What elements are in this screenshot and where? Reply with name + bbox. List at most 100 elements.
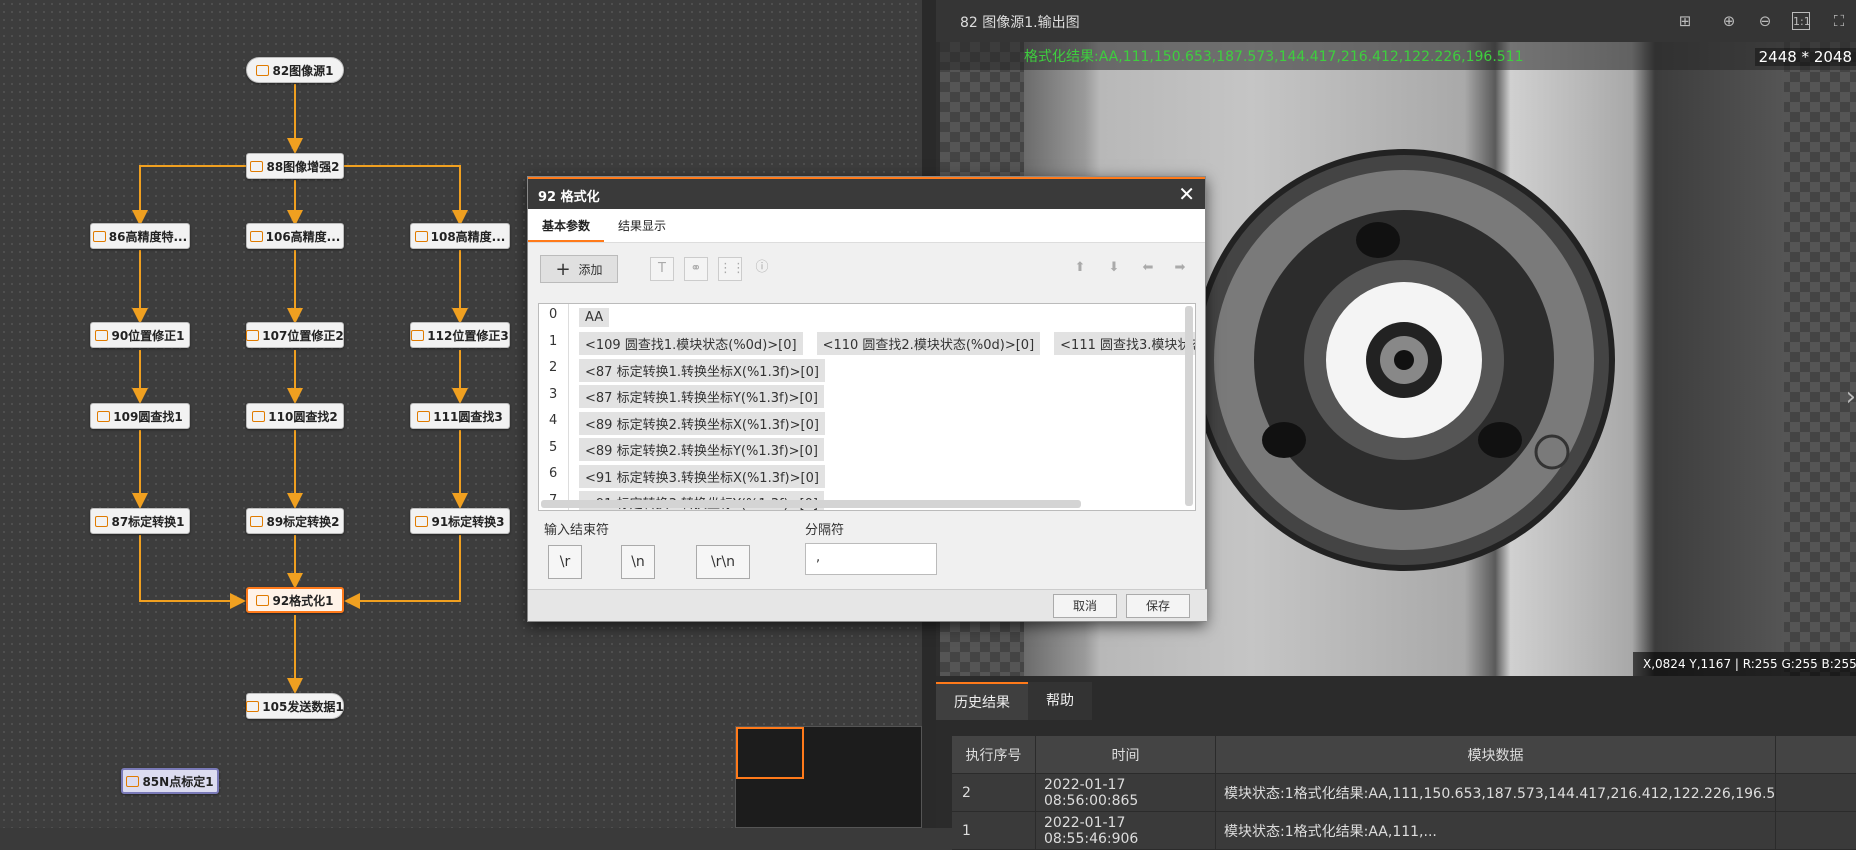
tab-result-display[interactable]: 结果显示 [604, 209, 680, 242]
plus-icon: + [555, 258, 571, 280]
format-token[interactable]: AA [579, 307, 610, 327]
calibration-icon [95, 515, 109, 527]
feature-match-icon [249, 230, 263, 242]
enhance-icon [250, 160, 264, 172]
flow-node-90[interactable]: 90位置修正1 [90, 322, 190, 348]
flow-node-109[interactable]: 109圆查找1 [90, 403, 190, 429]
line-number-gutter: 0 1 2 3 4 5 6 7 [539, 304, 569, 510]
position-fix-icon [95, 329, 109, 341]
dialog-footer: 取消 保存 [528, 589, 1207, 621]
viewer-header: 82 图像源1.输出图 ⊞ ⊕ ⊖ 1:1 ⛶ [936, 0, 1856, 42]
vertical-scrollbar[interactable] [1185, 306, 1193, 506]
calibration-icon [126, 775, 140, 787]
crosshair-icon[interactable]: ⊞ [1676, 12, 1694, 30]
close-icon[interactable]: ✕ [1178, 182, 1195, 206]
format-line[interactable]: <87 标定转换1.转换坐标Y(%1.3f)>[0] [579, 384, 1179, 411]
flow-node-91[interactable]: 91标定转换3 [410, 508, 510, 534]
cancel-button[interactable]: 取消 [1053, 594, 1117, 618]
eol-lf-button[interactable]: \n [621, 545, 655, 579]
position-fix-icon [411, 329, 425, 341]
calibration-icon [415, 515, 429, 527]
flow-node-107[interactable]: 107位置修正2 [246, 322, 344, 348]
separator-input[interactable]: , [805, 543, 937, 575]
zoom-in-icon[interactable]: ⊕ [1720, 12, 1738, 30]
format-line[interactable]: <87 标定转换1.转换坐标X(%1.3f)>[0] [579, 357, 1179, 384]
text-icon[interactable]: T [650, 257, 674, 281]
format-token[interactable]: <111 圆查找3.模块状态(%0d)>[0] [1054, 332, 1195, 356]
calibration-icon [250, 515, 264, 527]
pixel-info-bar: X,0824 Y,1167 | R:255 G:255 B:255 [1633, 652, 1856, 676]
arrow-down-icon[interactable]: ⬇ [1102, 257, 1126, 281]
table-row[interactable]: 2 2022-01-17 08:56:00:865 模块状态:1格式化结果:AA… [952, 774, 1856, 812]
separator-label: 分隔符 [805, 523, 845, 538]
format-line[interactable]: <109 圆查找1.模块状态(%0d)>[0] <110 圆查找2.模块状态(%0… [579, 331, 1195, 358]
flow-node-send-data[interactable]: 105发送数据1 [246, 693, 344, 719]
format-dialog: 92 格式化 ✕ 基本参数 结果显示 + 添加 T ⚭ ⋮⋮ ⓘ ⬆ ⬇ ⬅ ➡ … [527, 176, 1207, 622]
column-header: 时间 [1036, 736, 1216, 773]
flow-node-108[interactable]: 108高精度... [410, 223, 510, 249]
image-icon [256, 64, 270, 76]
save-button[interactable]: 保存 [1126, 594, 1190, 618]
circle-find-icon [97, 410, 111, 422]
add-button[interactable]: + 添加 [540, 255, 618, 283]
viewer-source-select[interactable]: 82 图像源1.输出图 [960, 12, 1080, 32]
flow-node-111[interactable]: 111圆查找3 [410, 403, 510, 429]
format-line[interactable]: AA [579, 304, 1179, 331]
format-editor[interactable]: 0 1 2 3 4 5 6 7 AA <109 圆查找1.模块状态(%0d)>[… [538, 303, 1196, 511]
column-header: 模块数据 [1216, 736, 1776, 773]
flow-node-110[interactable]: 110圆查找2 [246, 403, 344, 429]
format-line[interactable]: <89 标定转换2.转换坐标X(%1.3f)>[0] [579, 410, 1179, 437]
format-token[interactable]: <109 圆查找1.模块状态(%0d)>[0] [579, 332, 803, 356]
format-token[interactable]: <110 圆查找2.模块状态(%0d)>[0] [816, 332, 1041, 356]
feature-match-icon [414, 230, 428, 242]
format-token[interactable]: <89 标定转换2.转换坐标Y(%1.3f)>[0] [579, 438, 824, 462]
eol-crlf-button[interactable]: \r\n [696, 545, 750, 579]
tab-history-results[interactable]: 历史结果 [936, 682, 1028, 720]
format-token[interactable]: <91 标定转换3.转换坐标X(%1.3f)>[0] [579, 464, 825, 488]
zoom-out-icon[interactable]: ⊖ [1756, 12, 1774, 30]
flow-node-n-point-calibration[interactable]: 85N点标定1 [121, 768, 219, 794]
flow-node-112[interactable]: 112位置修正3 [410, 322, 510, 348]
format-token[interactable]: <89 标定转换2.转换坐标X(%1.3f)>[0] [579, 411, 825, 435]
dialog-header[interactable]: 92 格式化 ✕ [528, 177, 1205, 209]
flow-node-86[interactable]: 86高精度特... [90, 223, 190, 249]
dialog-toolbar: + 添加 T ⚭ ⋮⋮ ⓘ ⬆ ⬇ ⬅ ➡ [528, 243, 1207, 289]
table-header: 执行序号 时间 模块数据 [952, 736, 1856, 774]
results-table: 执行序号 时间 模块数据 2 2022-01-17 08:56:00:865 模… [952, 736, 1856, 850]
format-icon [256, 594, 270, 606]
grid-icon[interactable]: ⋮⋮ [718, 257, 745, 281]
arrow-up-icon[interactable]: ⬆ [1068, 257, 1092, 281]
circle-find-icon [417, 410, 431, 422]
format-token[interactable]: <87 标定转换1.转换坐标X(%1.3f)>[0] [579, 358, 825, 382]
feature-match-icon [92, 230, 106, 242]
format-lines: AA <109 圆查找1.模块状态(%0d)>[0] <110 圆查找2.模块状态… [579, 304, 1195, 510]
dialog-title: 92 格式化 [538, 190, 600, 205]
format-token[interactable]: <87 标定转换1.转换坐标Y(%1.3f)>[0] [579, 385, 824, 409]
flow-minimap[interactable] [735, 726, 922, 828]
minimap-viewport[interactable] [736, 727, 804, 779]
flow-node-image-source[interactable]: 82图像源1 [246, 57, 344, 83]
position-fix-icon [246, 329, 260, 341]
circle-find-icon [252, 410, 266, 422]
info-icon[interactable]: ⓘ [750, 257, 774, 281]
actual-size-icon[interactable]: 1:1 [1792, 12, 1811, 30]
tab-help[interactable]: 帮助 [1028, 682, 1092, 720]
link-icon[interactable]: ⚭ [684, 257, 708, 281]
format-line[interactable]: <89 标定转换2.转换坐标Y(%1.3f)>[0] [579, 437, 1179, 464]
flow-node-106[interactable]: 106高精度... [246, 223, 344, 249]
flow-node-87[interactable]: 87标定转换1 [90, 508, 190, 534]
image-size-label: 2448 * 2048 [1754, 48, 1856, 66]
flow-node-image-enhance[interactable]: 88图像增强2 [246, 153, 344, 179]
arrow-right-icon[interactable]: ➡ [1168, 257, 1192, 281]
flow-node-format[interactable]: 92格式化1 [246, 587, 344, 613]
chevron-right-icon[interactable]: › [1846, 382, 1856, 412]
table-row[interactable]: 1 2022-01-17 08:55:46:906 模块状态:1格式化结果:AA… [952, 812, 1856, 850]
arrow-left-icon[interactable]: ⬅ [1136, 257, 1160, 281]
column-header: 执行序号 [952, 736, 1036, 773]
format-line[interactable]: <91 标定转换3.转换坐标X(%1.3f)>[0] [579, 463, 1179, 490]
flow-node-89[interactable]: 89标定转换2 [246, 508, 344, 534]
tab-basic-params[interactable]: 基本参数 [528, 209, 605, 242]
fullscreen-icon[interactable]: ⛶ [1830, 12, 1848, 30]
eol-cr-button[interactable]: \r [548, 545, 582, 579]
horizontal-scrollbar[interactable] [541, 500, 1081, 508]
